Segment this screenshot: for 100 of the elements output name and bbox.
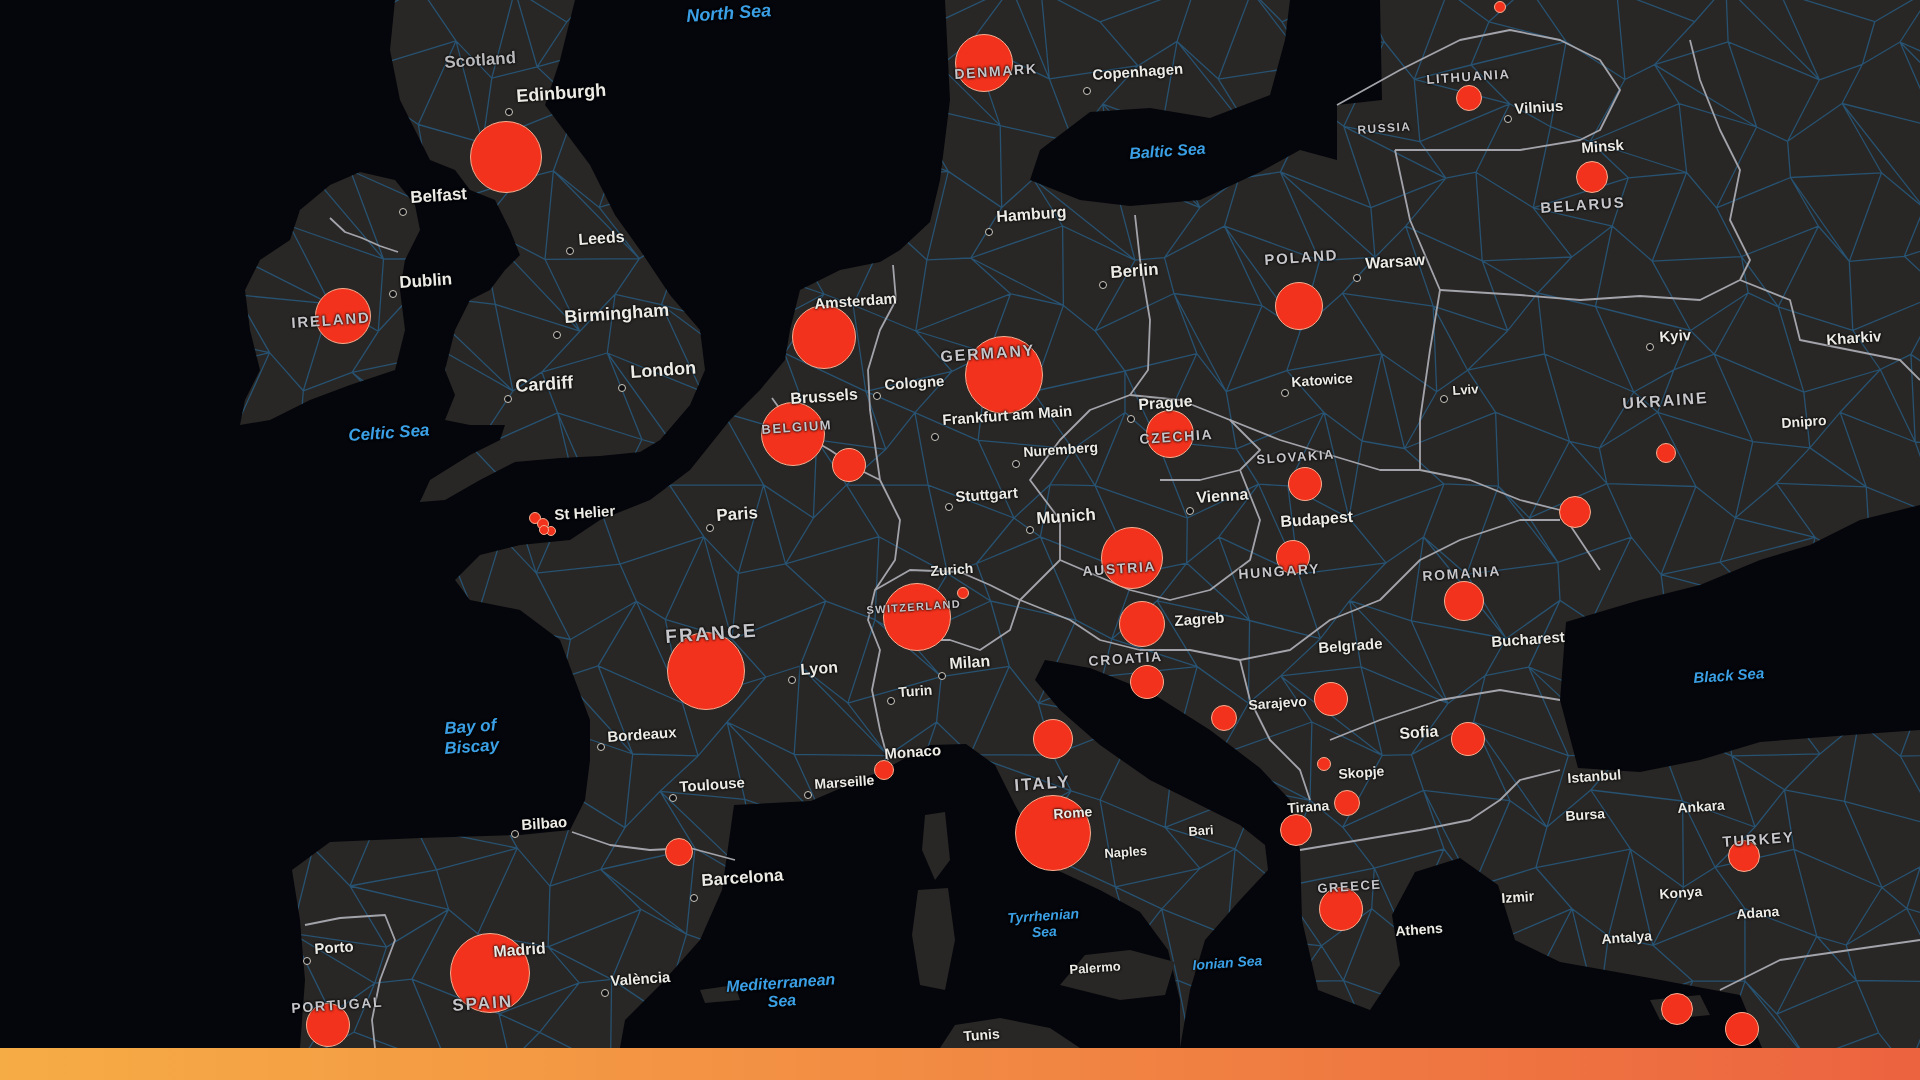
city-label: Lviv	[1451, 382, 1479, 399]
city-label: Porto	[313, 937, 355, 958]
city-dot-icon	[945, 503, 953, 511]
country-label: ITALY	[1013, 772, 1072, 796]
city-label: Berlin	[1109, 259, 1160, 283]
city-dot-icon	[873, 392, 881, 400]
city-label: Frankfurt am Main	[941, 401, 1073, 429]
country-label: SPAIN	[451, 991, 514, 1016]
sea-label: North Sea	[685, 0, 772, 27]
city-label: Hamburg	[995, 203, 1068, 227]
country-label: PORTUGAL	[290, 993, 384, 1017]
city-dot-icon	[887, 697, 895, 705]
city-label: Athens	[1394, 919, 1444, 940]
city-label: Budapest	[1279, 507, 1354, 532]
city-dot-icon	[669, 794, 677, 802]
city-label: Zagreb	[1173, 608, 1225, 630]
city-label: Leeds	[577, 227, 626, 250]
city-label: Tirana	[1286, 797, 1330, 817]
city-dot-icon	[1127, 415, 1135, 423]
city-label: Katowice	[1290, 369, 1354, 391]
city-label: Edinburgh	[515, 79, 607, 107]
city-label: London	[629, 357, 697, 383]
region-label: Scotland	[443, 48, 517, 73]
city-label: Dnipro	[1780, 411, 1827, 432]
city-dot-icon	[389, 290, 397, 298]
city-dot-icon	[690, 894, 698, 902]
city-dot-icon	[938, 672, 946, 680]
country-label: CZECHIA	[1138, 425, 1214, 448]
city-label: Tunis	[962, 1025, 1001, 1045]
country-label: ROMANIA	[1421, 562, 1502, 585]
city-dot-icon	[1099, 281, 1107, 289]
country-label: FRANCE	[664, 619, 759, 648]
city-label: Toulouse	[678, 773, 746, 796]
city-label: Adana	[1735, 903, 1780, 923]
city-label: Minsk	[1580, 136, 1625, 157]
country-label: POLAND	[1263, 245, 1339, 269]
city-dot-icon	[1026, 526, 1034, 534]
city-label: Bari	[1187, 823, 1215, 840]
city-dot-icon	[1646, 343, 1654, 351]
city-label: Konya	[1658, 883, 1703, 903]
country-label: GREECE	[1316, 877, 1383, 897]
country-label: BELARUS	[1539, 193, 1626, 217]
sea-label: Celtic Sea	[347, 420, 431, 446]
country-label: CROATIA	[1087, 647, 1164, 670]
city-dot-icon	[553, 331, 561, 339]
city-dot-icon	[788, 676, 796, 684]
city-dot-icon	[618, 384, 626, 392]
country-label: TURKEY	[1721, 828, 1796, 851]
city-label: Kharkiv	[1825, 327, 1882, 349]
city-label: Monaco	[883, 741, 942, 763]
city-label: Cardiff	[514, 372, 574, 397]
country-label: RUSSIA	[1357, 120, 1412, 138]
city-dot-icon	[399, 208, 407, 216]
city-label: Birmingham	[563, 299, 670, 328]
city-label: Paris	[715, 503, 759, 526]
city-label: Amsterdam	[813, 289, 898, 313]
city-dot-icon	[1353, 274, 1361, 282]
city-label: Warsaw	[1364, 250, 1426, 274]
city-label: Stuttgart	[954, 483, 1019, 506]
city-label: Belfast	[409, 184, 468, 208]
country-label: GERMANY	[939, 341, 1036, 367]
city-dot-icon	[1281, 389, 1289, 397]
city-label: València	[609, 967, 671, 990]
city-label: St Helier	[553, 501, 616, 524]
city-dot-icon	[505, 108, 513, 116]
city-label: Antalya	[1600, 927, 1653, 948]
city-label: Sarajevo	[1247, 692, 1308, 714]
city-label: Skopje	[1337, 762, 1385, 783]
sea-label: Bay of Biscay	[442, 715, 500, 759]
city-label: Copenhagen	[1091, 59, 1184, 84]
city-dot-icon	[1012, 460, 1020, 468]
city-label: Palermo	[1068, 959, 1122, 978]
city-label: Bucharest	[1490, 627, 1566, 651]
city-label: Lyon	[799, 658, 839, 680]
city-label: Vienna	[1195, 485, 1250, 508]
city-label: Barcelona	[700, 865, 784, 891]
city-dot-icon	[303, 957, 311, 965]
country-label: AUSTRIA	[1081, 557, 1157, 580]
city-dot-icon	[504, 395, 512, 403]
city-dot-icon	[597, 743, 605, 751]
city-label: Nuremberg	[1022, 438, 1099, 461]
city-label: Turin	[897, 681, 933, 701]
country-label: UKRAINE	[1621, 389, 1710, 414]
city-label: Ankara	[1676, 796, 1726, 817]
sea-label: Black Sea	[1692, 664, 1765, 687]
country-label: HUNGARY	[1237, 560, 1321, 583]
country-label: LITHUANIA	[1425, 67, 1511, 88]
city-label: Prague	[1137, 392, 1194, 415]
city-label: Zurich	[929, 560, 974, 580]
city-label: Cologne	[883, 371, 945, 394]
country-label: SWITZERLAND	[866, 597, 962, 617]
city-dot-icon	[1083, 87, 1091, 95]
city-dot-icon	[931, 433, 939, 441]
city-label: Kyiv	[1658, 325, 1692, 346]
sea-label: Tyrrhenian Sea	[1006, 905, 1081, 943]
city-label: Sofia	[1398, 722, 1440, 744]
city-dot-icon	[1186, 507, 1194, 515]
city-dot-icon	[706, 524, 714, 532]
country-label: BELGIUM	[760, 418, 833, 438]
city-label: Istanbul	[1566, 766, 1622, 787]
